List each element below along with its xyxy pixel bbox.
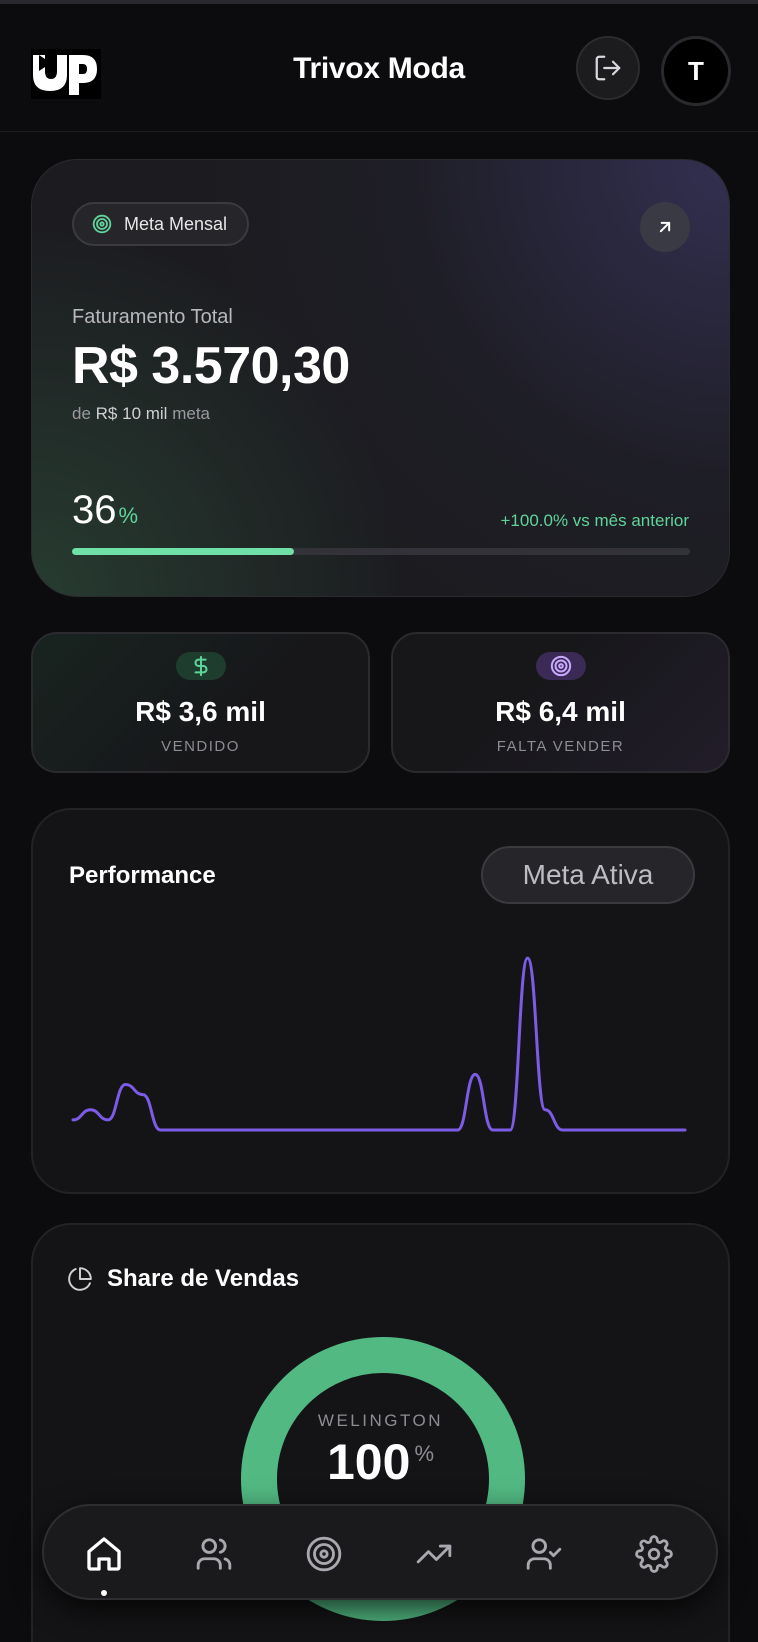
series-line — [71, 956, 687, 1132]
active-goal-filter[interactable]: Meta Ativa — [481, 846, 695, 904]
goal-target-suffix: meta — [172, 404, 210, 423]
donut-percent-symbol: % — [414, 1441, 434, 1467]
donut-percent-value: 100 — [327, 1434, 411, 1490]
dollar-icon — [193, 655, 207, 677]
nav-settings[interactable] — [624, 1524, 684, 1584]
sold-card: R$ 3,6 mil VENDIDO — [31, 632, 370, 773]
user-avatar[interactable]: T — [661, 36, 731, 106]
target-icon — [550, 655, 571, 677]
target-icon — [306, 1536, 342, 1572]
sales-share-title: Share de Vendas — [107, 1265, 300, 1292]
goal-target-text: de R$ 10 mil meta — [72, 404, 210, 424]
goal-target-prefix: de — [72, 404, 91, 423]
gear-icon — [635, 1535, 673, 1573]
app-screen: Trivox Moda T Meta Mensal Faturamento To… — [0, 0, 758, 1642]
goal-percent-value: 36 — [72, 488, 117, 532]
remaining-icon-badge — [535, 652, 586, 680]
performance-title: Performance — [69, 862, 216, 889]
nav-goals[interactable] — [294, 1524, 354, 1584]
sold-value: R$ 3,6 mil — [135, 696, 266, 727]
remaining-card: R$ 6,4 mil FALTA VENDER — [391, 632, 730, 773]
goal-percent-symbol: % — [118, 503, 139, 528]
remaining-label: FALTA VENDER — [496, 738, 625, 755]
logout-button[interactable] — [576, 36, 640, 100]
sold-icon-badge — [175, 652, 226, 680]
arrow-up-right-icon — [659, 221, 671, 233]
user-check-icon — [526, 1538, 562, 1570]
remaining-value: R$ 6,4 mil — [495, 696, 626, 727]
performance-card: Performance Meta Ativa — [31, 808, 730, 1194]
bottom-navigation — [42, 1504, 718, 1600]
nav-performance[interactable] — [404, 1524, 464, 1584]
performance-line-chart — [71, 956, 687, 1132]
goal-target-amount: R$ 10 mil — [95, 404, 168, 423]
goal-details-button[interactable] — [640, 202, 690, 252]
pie-chart-icon — [68, 1267, 92, 1291]
nav-active-indicator — [101, 1590, 107, 1596]
page-title: Trivox Moda — [293, 52, 465, 85]
growth-indicator: +100.0% vs mês anterior — [500, 511, 689, 530]
sales-share-header: Share de Vendas — [67, 1265, 299, 1293]
target-icon — [92, 214, 112, 234]
nav-home[interactable] — [74, 1524, 134, 1584]
donut-seller-percent: 100% — [33, 1433, 728, 1491]
goal-percent: 36% — [72, 488, 138, 533]
goal-chip-label: Meta Mensal — [124, 213, 228, 234]
goal-progress-bar — [72, 548, 690, 555]
trending-up-icon — [416, 1544, 452, 1564]
donut-seller-name: WELINGTON — [317, 1411, 444, 1430]
total-revenue-value: R$ 3.570,30 — [72, 337, 350, 395]
nav-sellers[interactable] — [514, 1524, 574, 1584]
goal-progress-fill — [72, 548, 295, 555]
app-header: Trivox Moda T — [0, 4, 758, 132]
home-icon — [87, 1537, 121, 1571]
users-icon — [196, 1538, 232, 1570]
goal-chip: Meta Mensal — [72, 202, 250, 246]
logout-icon — [595, 55, 621, 81]
nav-team[interactable] — [184, 1524, 244, 1584]
total-revenue-label: Faturamento Total — [72, 306, 233, 328]
sold-label: VENDIDO — [161, 738, 240, 755]
monthly-goal-card: Meta Mensal Faturamento Total R$ 3.570,3… — [31, 159, 730, 597]
